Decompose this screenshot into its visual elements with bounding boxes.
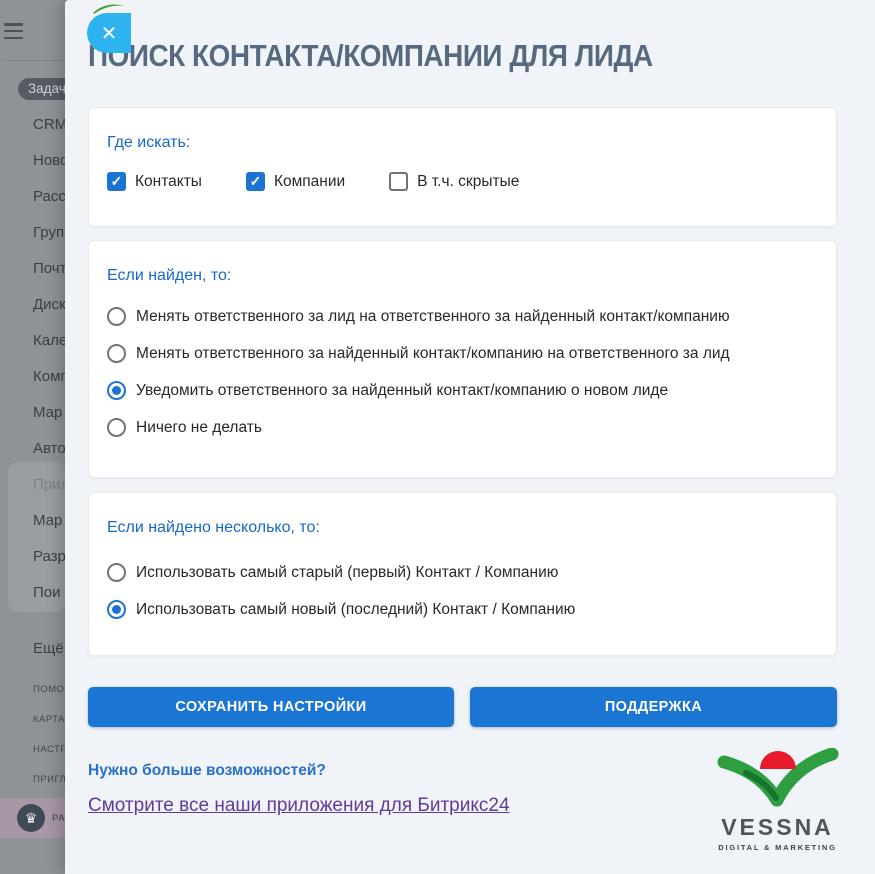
sidebar-item-developers[interactable]: Разр bbox=[33, 548, 65, 565]
radio-label: Менять ответственного за найденный конта… bbox=[136, 344, 730, 362]
checkbox-unchecked-icon[interactable] bbox=[389, 172, 409, 191]
radio-use-newest[interactable]: Использовать самый новый (последний) Кон… bbox=[107, 600, 818, 619]
checkbox-checked-icon[interactable]: ✓ bbox=[107, 172, 126, 191]
radio-label: Уведомить ответственного за найденный ко… bbox=[136, 381, 669, 399]
checkbox-label: В т.ч. скрытые bbox=[417, 172, 520, 190]
radio-icon[interactable] bbox=[107, 344, 126, 363]
logo-name: VESSNA bbox=[721, 814, 834, 840]
radio-use-oldest[interactable]: Использовать самый старый (первый) Конта… bbox=[107, 563, 818, 582]
logo-tagline: DIGITAL & MARKETING bbox=[718, 843, 837, 852]
sidebar-item-groups[interactable]: Груп bbox=[33, 224, 64, 241]
sidebar-footer-invite[interactable]: ПРИГЛ bbox=[33, 774, 65, 785]
app-slider-panel: ✕ ПОИСК КОНТАКТА/КОМПАНИИ ДЛЯ ЛИДА Где и… bbox=[65, 0, 875, 874]
radio-label: Ничего не делать bbox=[136, 418, 262, 436]
radio-change-contact-responsible[interactable]: Менять ответственного за найденный конта… bbox=[107, 344, 818, 363]
radio-label: Использовать самый новый (последний) Кон… bbox=[136, 600, 576, 618]
sidebar: Задач CRM Ново Расс Груп Почт Диск Кале … bbox=[0, 0, 65, 874]
sidebar-item-drive[interactable]: Диск bbox=[33, 296, 65, 313]
radio-selected-icon[interactable] bbox=[107, 600, 126, 619]
radio-selected-icon[interactable] bbox=[107, 381, 126, 400]
radio-icon[interactable] bbox=[107, 307, 126, 326]
checkbox-checked-icon[interactable]: ✓ bbox=[245, 172, 265, 191]
sidebar-item-mail[interactable]: Почт bbox=[33, 260, 65, 277]
checkbox-contacts[interactable]: ✓ Контакты bbox=[107, 172, 202, 191]
radio-notify-responsible[interactable]: Уведомить ответственного за найденный ко… bbox=[107, 381, 818, 400]
all-apps-link[interactable]: Смотрите все наши приложения для Битрикс… bbox=[88, 795, 510, 817]
radio-do-nothing[interactable]: Ничего не делать bbox=[107, 418, 818, 437]
checkbox-including-hidden[interactable]: В т.ч. скрытые bbox=[389, 172, 519, 191]
vessna-logo-icon bbox=[717, 747, 838, 807]
sidebar-item-calendar[interactable]: Кале bbox=[33, 332, 65, 349]
sidebar-item-crm[interactable]: CRM bbox=[33, 116, 65, 133]
section-if-found: Если найден, то: Менять ответственного з… bbox=[88, 240, 837, 478]
sidebar-item-market[interactable]: Мар bbox=[33, 404, 62, 421]
sidebar-footer-help[interactable]: ПОМО bbox=[33, 684, 65, 695]
save-settings-button[interactable]: СОХРАНИТЬ НАСТРОЙКИ bbox=[88, 687, 454, 727]
radio-label: Менять ответственного за лид на ответств… bbox=[136, 307, 730, 325]
section-label: Где искать: bbox=[107, 134, 191, 151]
sidebar-item-apps[interactable]: Прил bbox=[33, 476, 65, 493]
sidebar-footer-sitemap[interactable]: КАРТА bbox=[33, 714, 65, 725]
close-icon[interactable]: ✕ bbox=[87, 13, 131, 53]
sidebar-item-news[interactable]: Ново bbox=[33, 152, 65, 169]
section-if-several-found: Если найдено несколько, то: Использовать… bbox=[88, 492, 837, 656]
sidebar-item-company[interactable]: Комп bbox=[33, 368, 65, 385]
radio-change-lead-responsible[interactable]: Менять ответственного за лид на ответств… bbox=[107, 307, 818, 326]
hamburger-menu-icon[interactable] bbox=[4, 23, 23, 41]
section-where-to-search: Где искать: ✓ Контакты ✓ Компании В т.ч.… bbox=[88, 107, 837, 227]
sidebar-item-search-app[interactable]: Пои bbox=[33, 584, 61, 601]
support-button[interactable]: ПОДДЕРЖКА bbox=[470, 687, 837, 727]
vessna-logo: VESSNA DIGITAL & MARKETING bbox=[710, 747, 845, 852]
sidebar-item-more[interactable]: Ещё bbox=[33, 640, 64, 657]
radio-label: Использовать самый старый (первый) Конта… bbox=[136, 563, 559, 581]
sidebar-divider bbox=[3, 60, 63, 61]
sidebar-item-market2[interactable]: Мар bbox=[33, 512, 62, 529]
checkbox-label: Контакты bbox=[135, 172, 202, 190]
sidebar-item-mailings[interactable]: Расс bbox=[33, 188, 65, 205]
upgrade-plan-label: РА bbox=[52, 813, 65, 824]
crown-icon[interactable]: ♛ bbox=[17, 804, 45, 832]
checkbox-label: Компании bbox=[273, 172, 346, 190]
sidebar-footer-settings[interactable]: НАСТР bbox=[33, 744, 65, 755]
page-title: ПОИСК КОНТАКТА/КОМПАНИИ ДЛЯ ЛИДА bbox=[88, 38, 653, 73]
sidebar-item-tasks[interactable]: Задач bbox=[18, 78, 65, 100]
sidebar-item-automation[interactable]: Авто bbox=[33, 440, 65, 457]
radio-icon[interactable] bbox=[107, 563, 126, 582]
need-more-text: Нужно больше возможностей? bbox=[88, 762, 326, 779]
section-label: Если найдено несколько, то: bbox=[107, 519, 320, 536]
section-label: Если найден, то: bbox=[107, 267, 232, 284]
radio-icon[interactable] bbox=[107, 418, 126, 437]
checkbox-companies[interactable]: ✓ Компании bbox=[245, 172, 346, 191]
